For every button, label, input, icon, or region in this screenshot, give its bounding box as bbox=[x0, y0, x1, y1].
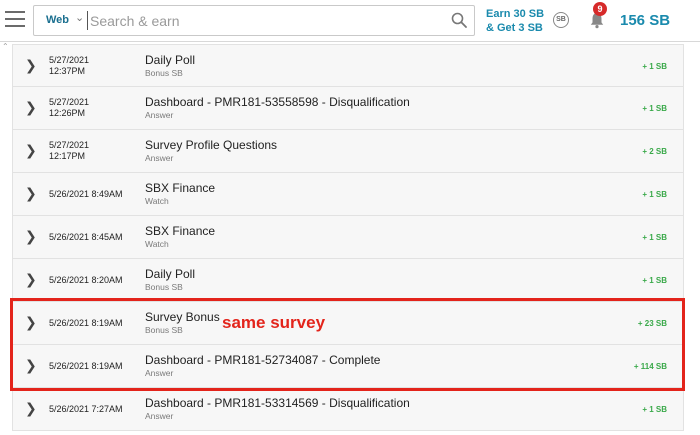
activity-type: Answer bbox=[145, 368, 174, 378]
collapse-arrow-icon[interactable]: ⌃ bbox=[2, 42, 9, 51]
activity-points: + 1 SB bbox=[642, 190, 667, 199]
activity-row[interactable]: ❯ 5/26/2021 8:45AM SBX Finance Watch + 1… bbox=[12, 216, 684, 259]
earn-offer-line1: Earn 30 SB bbox=[486, 8, 545, 20]
activity-points: + 1 SB bbox=[642, 104, 667, 113]
activity-row[interactable]: ❯ 5/26/2021 8:19AM Dashboard - PMR181-52… bbox=[12, 345, 684, 388]
activity-date: 5/26/2021 8:49AM bbox=[49, 189, 123, 199]
activity-date: 5/26/2021 8:45AM bbox=[49, 232, 123, 242]
activity-points: + 2 SB bbox=[642, 147, 667, 156]
activity-date: 5/27/2021 12:37PM bbox=[49, 55, 90, 76]
chevron-right-icon[interactable]: ❯ bbox=[25, 185, 37, 202]
activity-title: Dashboard - PMR181-52734087 - Complete bbox=[145, 353, 381, 367]
activity-row[interactable]: ❯ 5/27/2021 12:37PM Daily Poll Bonus SB +… bbox=[12, 44, 684, 87]
search-scope-select[interactable]: Web bbox=[46, 14, 69, 26]
search-icon[interactable] bbox=[451, 12, 467, 28]
activity-points: + 1 SB bbox=[642, 276, 667, 285]
activity-row[interactable]: ❯ 5/26/2021 7:27AM Dashboard - PMR181-53… bbox=[12, 388, 684, 431]
activity-title: Dashboard - PMR181-53558598 - Disqualifi… bbox=[145, 95, 410, 109]
activity-date: 5/26/2021 8:19AM bbox=[49, 361, 123, 371]
activity-type: Answer bbox=[145, 411, 174, 421]
activity-points: + 1 SB bbox=[642, 233, 667, 242]
chevron-right-icon[interactable]: ❯ bbox=[25, 99, 37, 116]
activity-title: Survey Bonus bbox=[145, 310, 220, 324]
chevron-right-icon[interactable]: ❯ bbox=[25, 314, 37, 331]
activity-type: Answer bbox=[145, 110, 174, 120]
activity-type: Watch bbox=[145, 239, 169, 249]
activity-row[interactable]: ❯ 5/26/2021 8:19AM Survey Bonus Bonus SB… bbox=[12, 302, 684, 345]
activity-title: Daily Poll bbox=[145, 53, 196, 67]
chevron-right-icon[interactable]: ❯ bbox=[25, 142, 37, 159]
chevron-right-icon[interactable]: ❯ bbox=[25, 57, 37, 74]
chevron-right-icon[interactable]: ❯ bbox=[25, 400, 37, 417]
activity-date: 5/27/2021 12:17PM bbox=[49, 140, 90, 161]
activity-points: + 1 SB bbox=[642, 405, 667, 414]
chevron-down-icon[interactable]: ⌄ bbox=[75, 11, 84, 24]
activity-points: + 1 SB bbox=[642, 62, 667, 71]
top-bar: Web ⌄ Earn 30 SB & Get 3 SB SB 9 156 SB bbox=[0, 0, 700, 42]
activity-type: Bonus SB bbox=[145, 282, 183, 292]
activity-row[interactable]: ❯ 5/26/2021 8:49AM SBX Finance Watch + 1… bbox=[12, 173, 684, 216]
activity-date: 5/26/2021 7:27AM bbox=[49, 404, 123, 414]
sb-balance[interactable]: 156 SB bbox=[620, 12, 670, 29]
activity-row[interactable]: ❯ 5/26/2021 8:20AM Daily Poll Bonus SB +… bbox=[12, 259, 684, 302]
activity-type: Bonus SB bbox=[145, 68, 183, 78]
annotation-label: same survey bbox=[222, 313, 326, 332]
chevron-right-icon[interactable]: ❯ bbox=[25, 357, 37, 374]
activity-date: 5/26/2021 8:19AM bbox=[49, 318, 123, 328]
sb-coin-icon[interactable]: SB bbox=[553, 12, 569, 28]
activity-row[interactable]: ❯ 5/27/2021 12:17PM Survey Profile Questi… bbox=[12, 130, 684, 173]
chevron-right-icon[interactable]: ❯ bbox=[25, 228, 37, 245]
activity-title: Survey Profile Questions bbox=[145, 138, 278, 152]
search-caret bbox=[87, 11, 88, 30]
earn-offer-link[interactable]: Earn 30 SB & Get 3 SB bbox=[486, 7, 544, 35]
notification-badge: 9 bbox=[593, 2, 607, 16]
activity-row[interactable]: ❯ 5/27/2021 12:26PM Dashboard - PMR181-53… bbox=[12, 87, 684, 130]
activity-date: 5/27/2021 12:26PM bbox=[49, 97, 90, 118]
activity-title: Dashboard - PMR181-53314569 - Disqualifi… bbox=[145, 396, 410, 410]
activity-points: + 114 SB bbox=[633, 362, 667, 371]
activity-title: SBX Finance bbox=[145, 181, 216, 195]
activity-points: + 23 SB bbox=[637, 319, 667, 328]
search-box: Web ⌄ bbox=[33, 5, 475, 36]
chevron-right-icon[interactable]: ❯ bbox=[25, 271, 37, 288]
activity-type: Answer bbox=[145, 153, 174, 163]
activity-title: Daily Poll bbox=[145, 267, 196, 281]
activity-date: 5/26/2021 8:20AM bbox=[49, 275, 123, 285]
search-input[interactable] bbox=[90, 11, 430, 31]
activity-list: ❯ 5/27/2021 12:37PM Daily Poll Bonus SB +… bbox=[12, 44, 684, 431]
earn-offer-line2: & Get 3 SB bbox=[486, 22, 543, 34]
menu-icon[interactable] bbox=[5, 11, 25, 29]
activity-type: Watch bbox=[145, 196, 169, 206]
activity-type: Bonus SB bbox=[145, 325, 183, 335]
activity-title: SBX Finance bbox=[145, 224, 216, 238]
